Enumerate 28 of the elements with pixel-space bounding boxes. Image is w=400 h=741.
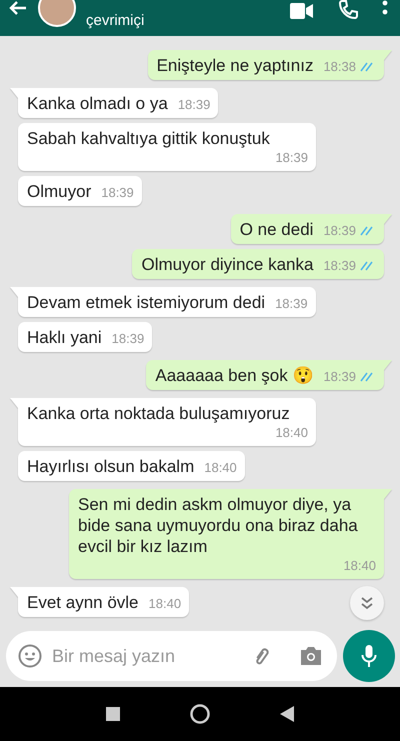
message-input[interactable]: Bir mesaj yazın <box>6 631 337 681</box>
message-text: Kanka olmadı o ya <box>27 93 168 114</box>
message-text: Enişteyle ne yaptınız <box>156 55 314 76</box>
message-time: 18:39 <box>112 330 144 348</box>
message-time: 18:39 <box>275 149 308 167</box>
message-text: Olmuyor diyince kanka <box>141 254 314 275</box>
message-time: 18:39 <box>275 295 308 313</box>
message-text: Sabah kahvaltıya gittik konuştuk <box>27 128 270 149</box>
message-text: Sen mi dedin askm olmuyor diye, ya bide sana uymuyordu ona biraz daha evcil bir kız lazım <box>78 494 359 557</box>
message-text: Devam etmek istemiyorum dedi <box>27 292 266 313</box>
message-time: 18:40 <box>343 557 376 575</box>
message-time: 18:39 <box>323 368 356 386</box>
message-text: Evet aynn övle <box>27 592 139 613</box>
message-text: Kanka orta noktada buluşamıyoruz <box>27 403 290 424</box>
message-text: Hayırlısı olsun bakalm <box>27 456 194 477</box>
message-text: Aaaaaaa ben şok 😲 <box>155 365 314 386</box>
message-text: O ne dedi <box>240 219 314 240</box>
message-time: 18:40 <box>204 459 237 477</box>
message-time: 18:39 <box>101 184 134 202</box>
message-time: 18:39 <box>323 257 356 275</box>
message-text: Haklı yani <box>27 327 102 348</box>
message-time: 18:40 <box>275 424 308 442</box>
message-text: Olmuyor <box>27 181 92 202</box>
contact-status: çevrimiçi <box>86 12 146 28</box>
message-time: 18:38 <box>323 58 356 76</box>
message-time: 18:39 <box>323 222 356 240</box>
message-time: 18:39 <box>178 96 210 114</box>
message-time: 18:40 <box>148 595 182 613</box>
